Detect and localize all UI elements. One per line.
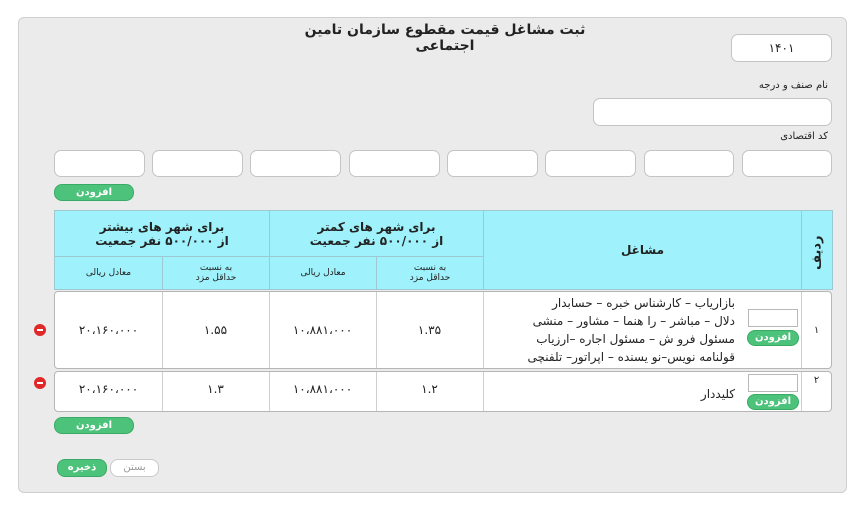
add-row-button[interactable]: افزودن — [54, 417, 134, 434]
economic-code-field[interactable] — [742, 150, 832, 177]
large-cities-header: برای شهر های بیشتر از ۵۰۰/۰۰۰ نفر جمعیت — [54, 210, 270, 257]
remove-row-icon[interactable] — [34, 377, 46, 389]
economic-code-field[interactable] — [152, 150, 243, 177]
large-rial-cell: ۲۰،۱۶۰،۰۰۰ — [78, 382, 139, 396]
row-header: ردیف — [801, 210, 833, 290]
small-rial-cell: ۱۰،۸۸۱،۰۰۰ — [292, 382, 353, 396]
jobs-cell: کلیددار — [700, 387, 735, 401]
close-button[interactable]: بستن — [110, 459, 159, 477]
jobs-cell: بازاریاب – کارشناس خبره – حسابدار دلال –… — [527, 296, 736, 364]
small-ratio-cell: ۱.۲ — [421, 382, 438, 396]
economic-code-label: کد اقتصادی — [780, 131, 828, 142]
large-ratio-header: به نسبت حداقل مزد — [162, 256, 270, 290]
small-cities-header: برای شهر های کمتر از ۵۰۰/۰۰۰ نفر جمعیت — [269, 210, 484, 257]
row-add-button[interactable]: افزودن — [747, 330, 799, 346]
form-title: ثبت مشاغل قیمت مقطوع سازمان تامین اجتماع… — [304, 22, 586, 54]
large-ratio-cell: ۱.۵۵ — [203, 323, 228, 337]
job-code-input[interactable] — [748, 309, 798, 327]
job-code-input[interactable] — [748, 374, 798, 392]
large-rial-header: معادل ریالی — [54, 256, 163, 290]
save-button[interactable]: ذخیره — [57, 459, 107, 477]
economic-code-field[interactable] — [447, 150, 538, 177]
large-ratio-cell: ۱.۳ — [207, 382, 224, 396]
year-field[interactable]: ۱۴۰۱ — [731, 34, 832, 62]
guild-label: نام صنف و درجه — [758, 80, 828, 91]
row-add-button[interactable]: افزودن — [747, 394, 799, 410]
large-rial-cell: ۲۰،۱۶۰،۰۰۰ — [78, 323, 139, 337]
table-row: ۲۰،۱۶۰،۰۰۰ ۱.۵۵ ۱۰،۸۸۱،۰۰۰ ۱.۳۵ بازاریاب… — [54, 291, 832, 369]
add-code-button[interactable]: افزودن — [54, 184, 134, 201]
row-index: ۱ — [813, 325, 820, 336]
small-ratio-cell: ۱.۳۵ — [417, 323, 442, 337]
remove-row-icon[interactable] — [34, 324, 46, 336]
jobs-table-header: ردیف مشاغل برای شهر های کمتر از ۵۰۰/۰۰۰ ن… — [54, 210, 833, 290]
economic-code-field[interactable] — [349, 150, 440, 177]
table-row: ۲۰،۱۶۰،۰۰۰ ۱.۳ ۱۰،۸۸۱،۰۰۰ ۱.۲ کلیددار اف… — [54, 371, 832, 412]
economic-code-field[interactable] — [545, 150, 636, 177]
economic-code-field[interactable] — [54, 150, 145, 177]
economic-code-field[interactable] — [250, 150, 341, 177]
row-index: ۲ — [813, 375, 820, 386]
small-rial-cell: ۱۰،۸۸۱،۰۰۰ — [292, 323, 353, 337]
small-ratio-header: به نسبت حداقل مزد — [376, 256, 484, 290]
guild-input[interactable] — [593, 98, 832, 126]
economic-code-field[interactable] — [644, 150, 734, 177]
small-rial-header: معادل ریالی — [269, 256, 377, 290]
jobs-header: مشاغل — [483, 210, 802, 290]
